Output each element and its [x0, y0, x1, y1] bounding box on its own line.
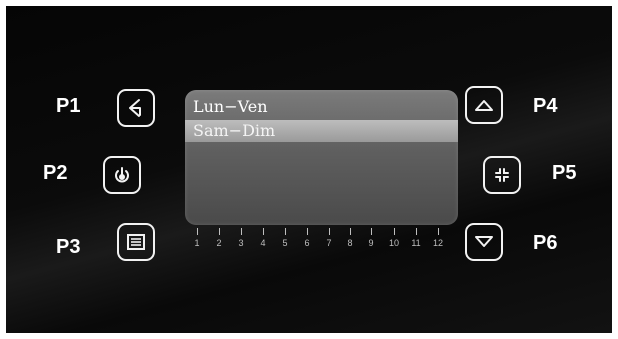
p2-power-button[interactable]: [103, 156, 141, 194]
p1-back-button[interactable]: [117, 89, 155, 127]
hour-tick-11: 11: [409, 228, 423, 248]
hour-tick-6: 6: [300, 228, 314, 248]
hour-tick-10: 10: [387, 228, 401, 248]
label-p2: P2: [43, 162, 68, 184]
p3-menu-button[interactable]: [117, 223, 155, 261]
hour-tick-4: 4: [256, 228, 270, 248]
p4-up-button[interactable]: [465, 86, 503, 124]
hour-tick-3: 3: [234, 228, 248, 248]
hour-tick-5: 5: [278, 228, 292, 248]
p6-down-button[interactable]: [465, 223, 503, 261]
hour-scale: 1 2 3 4 5 6 7 8 9 10 11 12: [193, 228, 453, 254]
display-screen: Lun−Ven Sam−Dim: [185, 90, 458, 225]
arrow-up-icon: [475, 100, 493, 111]
control-panel: P1 P2 P3 P4 P5 P6 Lun−Ven Sam−Dim 1 2 3 …: [6, 6, 612, 333]
hour-tick-1: 1: [190, 228, 204, 248]
hour-tick-2: 2: [212, 228, 226, 248]
hour-tick-7: 7: [322, 228, 336, 248]
menu-list-icon: [127, 234, 145, 250]
root: P1 P2 P3 P4 P5 P6 Lun−Ven Sam−Dim 1 2 3 …: [0, 0, 618, 339]
label-p3: P3: [56, 236, 81, 258]
hour-tick-9: 9: [364, 228, 378, 248]
focus-corners-icon: [495, 168, 509, 182]
hour-tick-8: 8: [343, 228, 357, 248]
power-icon: [115, 167, 129, 183]
menu-item-mon-fri[interactable]: Lun−Ven: [185, 96, 458, 118]
label-p6: P6: [533, 232, 558, 254]
menu-item-sat-sun[interactable]: Sam−Dim: [185, 120, 458, 142]
label-p4: P4: [533, 95, 558, 117]
back-arrow-icon: [129, 99, 141, 117]
hour-tick-12: 12: [431, 228, 445, 248]
arrow-down-icon: [475, 236, 493, 247]
p5-focus-button[interactable]: [483, 156, 521, 194]
label-p1: P1: [56, 95, 81, 117]
label-p5: P5: [552, 162, 577, 184]
